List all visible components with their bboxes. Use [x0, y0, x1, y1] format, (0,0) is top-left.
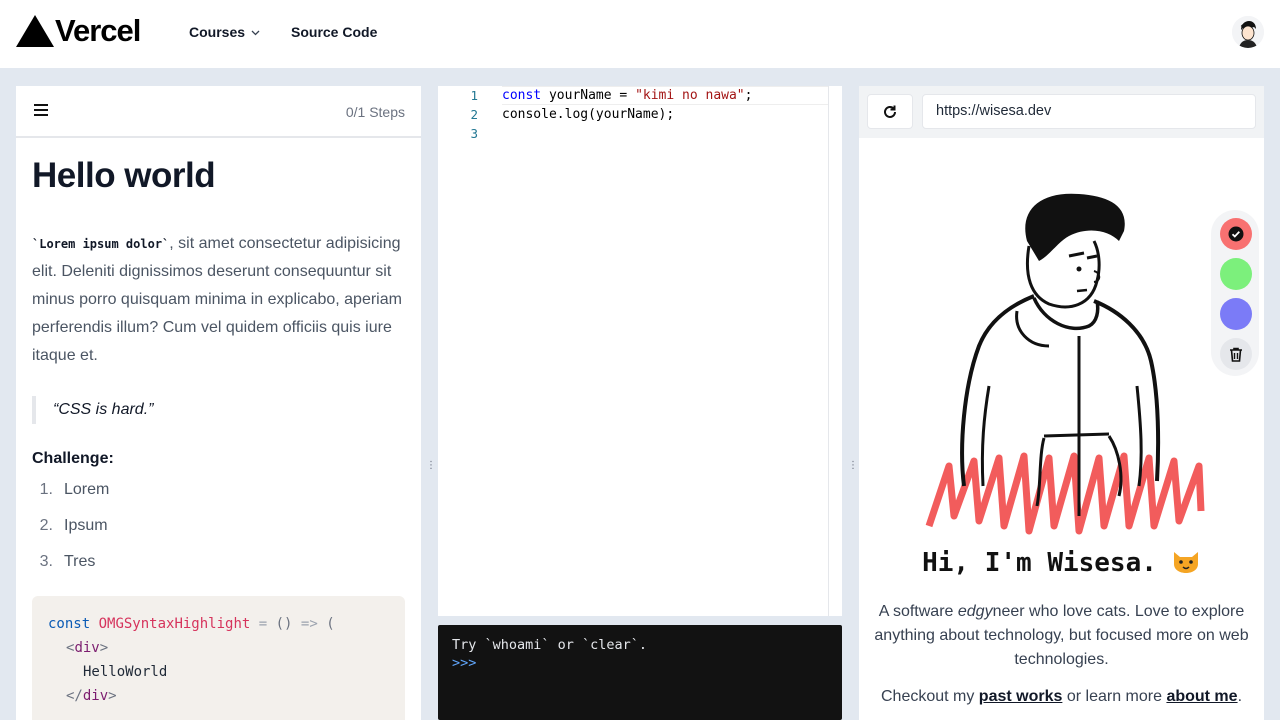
avatar-portrait-icon [1232, 16, 1264, 48]
line-number: 1 [470, 88, 478, 103]
lesson-header: 0/1 Steps [16, 86, 421, 138]
code-token: > [108, 688, 117, 704]
inline-code: `Lorem ipsum dolor` [32, 237, 170, 251]
left-resize-handle[interactable]: ⋮ [426, 460, 436, 472]
code-token: const [48, 616, 91, 632]
checkout-text: Checkout my [880, 688, 979, 705]
code-token: yourName = [541, 88, 636, 103]
list-item: 1. Lorem [32, 478, 405, 514]
logo-text: Vercel [55, 13, 141, 48]
lesson-paragraph: `Lorem ipsum dolor`, sit amet consectetu… [32, 230, 405, 370]
code-editor[interactable]: 1 2 3 const yourName = "kimi no nawa"; c… [438, 86, 842, 616]
user-avatar[interactable] [1232, 16, 1264, 48]
color-palette [1211, 210, 1259, 376]
code-block: const OMGSyntaxHighlight = () => ( <div>… [32, 596, 405, 720]
list-label: Ipsum [64, 517, 108, 534]
checkout-text: . [1237, 688, 1243, 705]
triangle-logo-icon [16, 15, 54, 47]
vercel-logo[interactable]: Vercel [16, 13, 141, 48]
top-navbar: Vercel Courses Source Code [0, 0, 1280, 68]
code-token: ( [326, 616, 335, 632]
list-label: Lorem [64, 481, 110, 498]
list-item: 3. Tres [32, 550, 405, 586]
preview-toolbar: https://wisesa.dev [859, 86, 1264, 138]
chevron-down-icon [251, 30, 260, 36]
editor-line[interactable] [502, 124, 828, 143]
code-token: const [502, 88, 542, 103]
paragraph-text: , sit amet consectetur adipisicing elit.… [32, 235, 402, 364]
code-token: > [99, 640, 109, 656]
lesson-title: Hello world [32, 156, 216, 195]
check-circle-icon [1228, 226, 1244, 242]
challenge-list: 1. Lorem 2. Ipsum 3. Tres [32, 478, 405, 586]
code-token: = [258, 616, 268, 632]
red-swatch[interactable] [1220, 218, 1252, 250]
code-token: HelloWorld [83, 664, 168, 680]
editor-line[interactable]: const yourName = "kimi no nawa"; [502, 86, 828, 105]
past-works-link[interactable]: past works [979, 688, 1063, 705]
reload-button[interactable] [867, 94, 913, 129]
editor-scrollbar[interactable] [828, 86, 829, 616]
list-item: 2. Ipsum [32, 514, 405, 550]
about-emphasis: edgy [957, 603, 993, 620]
list-number: 2. [39, 517, 53, 534]
line-number: 3 [470, 126, 478, 141]
checkout-line: Checkout my past works or learn more abo… [859, 688, 1264, 706]
code-token: OMGSyntaxHighlight [98, 616, 251, 632]
code-token: </ [66, 688, 83, 704]
checkout-text: or learn more [1062, 688, 1167, 705]
about-text-part: A software [878, 603, 958, 620]
preview-panel: https://wisesa.dev Hi, I'm Wisesa. A sof… [859, 86, 1264, 720]
line-number-gutter: 1 2 3 [438, 86, 478, 143]
trash-icon [1230, 347, 1242, 362]
console-prompt[interactable]: >>> [452, 655, 828, 671]
reload-icon [884, 105, 896, 118]
source-code-link[interactable]: Source Code [291, 24, 377, 40]
greeting-heading: Hi, I'm Wisesa. [859, 548, 1264, 578]
greeting-text: Hi, I'm Wisesa. [922, 548, 1157, 578]
url-input[interactable]: https://wisesa.dev [922, 94, 1256, 129]
challenge-heading: Challenge: [32, 450, 114, 467]
green-swatch[interactable] [1220, 258, 1252, 290]
lesson-panel: 0/1 Steps Hello world `Lorem ipsum dolor… [16, 86, 421, 720]
editor-lines[interactable]: const yourName = "kimi no nawa"; console… [502, 86, 828, 143]
courses-menu[interactable]: Courses [189, 24, 260, 40]
code-token: => [300, 616, 318, 632]
courses-label: Courses [189, 24, 246, 40]
steps-counter: 0/1 Steps [345, 104, 405, 120]
clear-drawing-button[interactable] [1220, 338, 1252, 370]
list-number: 3. [39, 553, 53, 570]
right-resize-handle[interactable]: ⋮ [848, 460, 858, 472]
sketch-illustration [925, 193, 1205, 535]
code-token: ; [744, 88, 753, 103]
editor-line[interactable]: console.log(yourName); [502, 105, 828, 124]
code-token: div [82, 688, 109, 704]
blue-swatch[interactable] [1220, 298, 1252, 330]
list-number: 1. [39, 481, 53, 498]
code-token: () [275, 616, 293, 632]
hamburger-menu-icon[interactable] [34, 104, 48, 116]
line-number: 2 [470, 107, 478, 122]
blockquote: “CSS is hard.” [32, 396, 405, 424]
list-label: Tres [64, 553, 96, 570]
about-text: A software edgyneer who love cats. Love … [869, 600, 1254, 672]
terminal-console[interactable]: Try `whoami` or `clear`. >>> [438, 625, 842, 720]
console-hint: Try `whoami` or `clear`. [452, 637, 648, 653]
code-token: "kimi no nawa" [635, 88, 745, 103]
about-me-link[interactable]: about me [1166, 688, 1237, 705]
code-token: div [74, 640, 100, 656]
cat-emoji-icon [1173, 552, 1198, 573]
